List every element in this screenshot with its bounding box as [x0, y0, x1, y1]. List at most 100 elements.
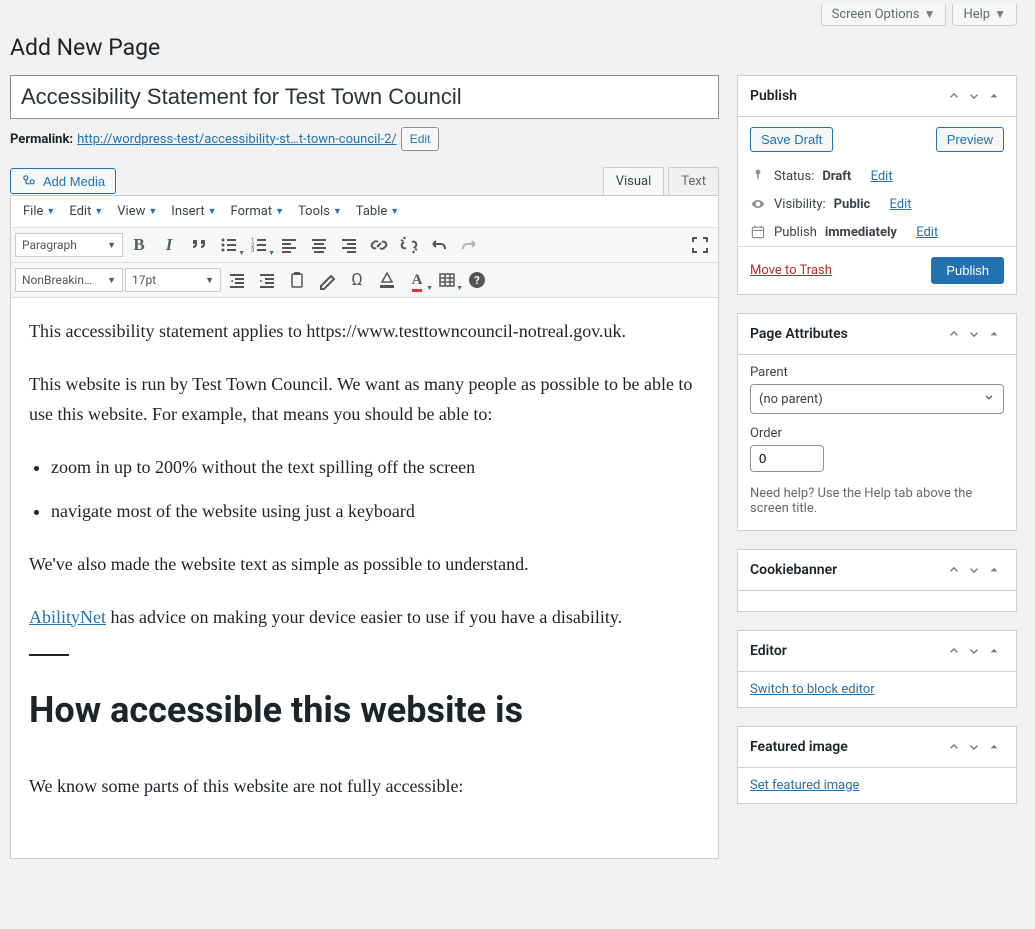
bullet-list-button[interactable]: ▼: [215, 231, 243, 259]
menu-tools[interactable]: Tools▼: [292, 200, 348, 223]
text-color-button[interactable]: A▼: [403, 266, 431, 294]
align-center-button[interactable]: [305, 231, 333, 259]
background-color-button[interactable]: [373, 266, 401, 294]
content-paragraph: We've also made the website text as simp…: [29, 549, 700, 580]
redo-button[interactable]: [455, 231, 483, 259]
editor-panel: Editor Switch to block editor: [737, 630, 1017, 708]
calendar-icon: [750, 224, 766, 240]
content-heading: How accessible this website is: [29, 680, 700, 741]
special-char-button[interactable]: Ω: [343, 266, 371, 294]
permalink-edit-button[interactable]: Edit: [401, 127, 440, 151]
caret-down-icon: ▼: [268, 249, 275, 257]
panel-up-button[interactable]: [944, 324, 964, 344]
align-right-button[interactable]: [335, 231, 363, 259]
content-paragraph: AbilityNet has advice on making your dev…: [29, 602, 700, 633]
menu-format[interactable]: Format▼: [225, 200, 291, 223]
menu-view[interactable]: View▼: [111, 200, 163, 223]
numbered-list-button[interactable]: 123▼: [245, 231, 273, 259]
editor-menubar: File▼ Edit▼ View▼ Insert▼ Format▼ Tools▼…: [11, 196, 718, 228]
panel-up-button[interactable]: [944, 737, 964, 757]
font-dropdown[interactable]: NonBreakin…▼: [15, 268, 123, 292]
status-row: Status: Draft Edit: [738, 162, 1016, 190]
panel-up-button[interactable]: [944, 641, 964, 661]
tab-visual[interactable]: Visual: [603, 167, 665, 195]
help-tab[interactable]: Help ▼: [952, 4, 1017, 26]
post-title-input[interactable]: [10, 75, 719, 119]
table-button[interactable]: ▼: [433, 266, 461, 294]
caret-down-icon: ▼: [994, 7, 1006, 21]
schedule-row: Publish immediately Edit: [738, 218, 1016, 246]
publish-button[interactable]: Publish: [931, 257, 1004, 284]
editor-panel-title: Editor: [750, 643, 944, 659]
screen-options-label: Screen Options: [832, 7, 920, 22]
caret-down-icon: ▼: [208, 206, 217, 217]
screen-options-tab[interactable]: Screen Options ▼: [821, 4, 947, 26]
caret-down-icon: ▼: [924, 7, 936, 21]
clear-format-button[interactable]: [313, 266, 341, 294]
caret-down-icon: ▼: [390, 206, 399, 217]
blockquote-button[interactable]: [185, 231, 213, 259]
move-to-trash-link[interactable]: Move to Trash: [750, 263, 832, 278]
panel-down-button[interactable]: [964, 86, 984, 106]
panel-toggle-button[interactable]: [984, 641, 1004, 661]
permalink-url[interactable]: http://wordpress-test/accessibility-st…t…: [77, 132, 397, 147]
caret-down-icon: ▼: [107, 275, 116, 286]
panel-toggle-button[interactable]: [984, 560, 1004, 580]
menu-file[interactable]: File▼: [17, 200, 61, 223]
set-featured-image-link[interactable]: Set featured image: [750, 778, 859, 793]
page-attributes-title: Page Attributes: [750, 326, 944, 342]
format-dropdown[interactable]: Paragraph▼: [15, 233, 123, 257]
fontsize-dropdown[interactable]: 17pt▼: [125, 268, 221, 292]
panel-down-button[interactable]: [964, 737, 984, 757]
menu-edit[interactable]: Edit▼: [63, 200, 109, 223]
preview-button[interactable]: Preview: [936, 127, 1004, 152]
outdent-button[interactable]: [223, 266, 251, 294]
caret-down-icon: ▼: [275, 206, 284, 217]
indent-button[interactable]: [253, 266, 281, 294]
content-list-item: navigate most of the website using just …: [51, 496, 700, 527]
panel-up-button[interactable]: [944, 560, 964, 580]
parent-label: Parent: [750, 365, 1004, 380]
editor-content[interactable]: This accessibility statement applies to …: [11, 298, 718, 858]
panel-toggle-button[interactable]: [984, 737, 1004, 757]
editor-toolbar-1: Paragraph▼ B I ▼ 123▼: [11, 228, 718, 263]
caret-down-icon: ▼: [107, 240, 116, 251]
chevron-down-icon: [983, 391, 995, 407]
pin-icon: [750, 168, 766, 184]
abilitynet-link[interactable]: AbilityNet: [29, 607, 106, 627]
panel-down-button[interactable]: [964, 560, 984, 580]
link-button[interactable]: [365, 231, 393, 259]
edit-visibility-link[interactable]: Edit: [890, 197, 912, 212]
tab-text[interactable]: Text: [668, 167, 719, 195]
switch-editor-link[interactable]: Switch to block editor: [750, 682, 875, 697]
permalink-label: Permalink:: [10, 132, 73, 147]
undo-button[interactable]: [425, 231, 453, 259]
align-left-button[interactable]: [275, 231, 303, 259]
italic-button[interactable]: I: [155, 231, 183, 259]
edit-status-link[interactable]: Edit: [871, 169, 893, 184]
panel-down-button[interactable]: [964, 641, 984, 661]
menu-table[interactable]: Table▼: [350, 200, 405, 223]
panel-toggle-button[interactable]: [984, 324, 1004, 344]
add-media-button[interactable]: Add Media: [10, 168, 116, 194]
menu-insert[interactable]: Insert▼: [165, 200, 222, 223]
permalink-row: Permalink: http://wordpress-test/accessi…: [10, 127, 719, 151]
visibility-row: Visibility: Public Edit: [738, 190, 1016, 218]
help-button[interactable]: ?: [463, 266, 491, 294]
svg-text:?: ?: [474, 274, 480, 287]
help-label: Help: [963, 7, 990, 22]
publish-panel: Publish Save Draft Preview Status: Draft…: [737, 75, 1017, 295]
fullscreen-button[interactable]: [686, 231, 714, 259]
parent-select[interactable]: (no parent): [750, 384, 1004, 414]
paste-button[interactable]: [283, 266, 311, 294]
eye-icon: [750, 196, 766, 212]
panel-up-button[interactable]: [944, 86, 964, 106]
panel-toggle-button[interactable]: [984, 86, 1004, 106]
order-input[interactable]: [750, 445, 824, 472]
bold-button[interactable]: B: [125, 231, 153, 259]
edit-schedule-link[interactable]: Edit: [916, 225, 938, 240]
panel-down-button[interactable]: [964, 324, 984, 344]
content-list-item: zoom in up to 200% without the text spil…: [51, 452, 700, 483]
save-draft-button[interactable]: Save Draft: [750, 127, 833, 152]
unlink-button[interactable]: [395, 231, 423, 259]
